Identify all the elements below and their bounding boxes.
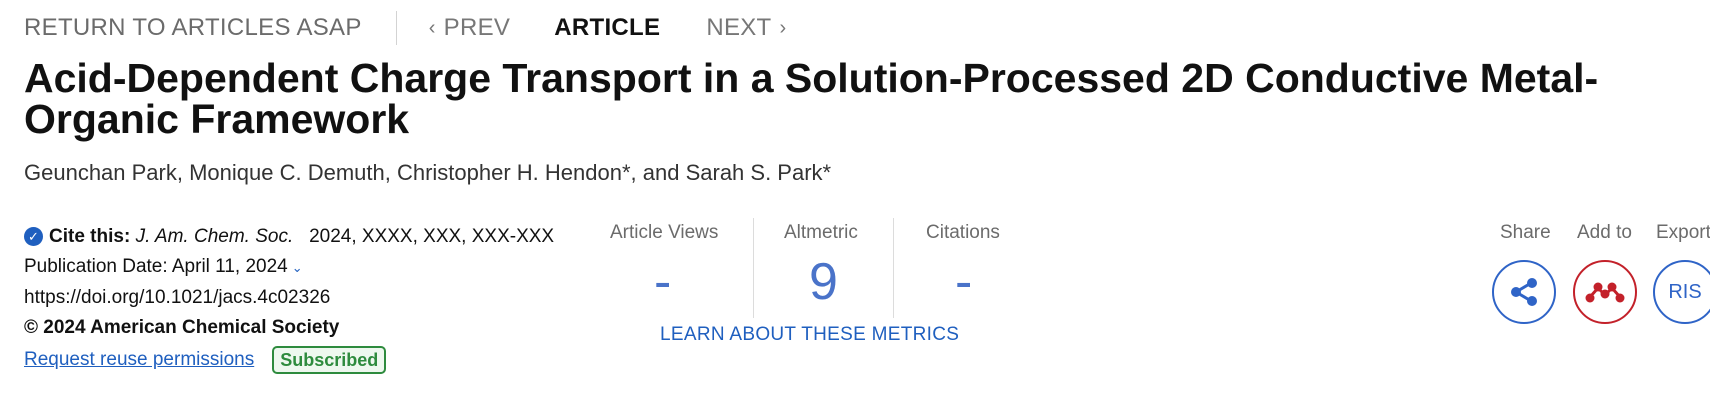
article-views-value: - (654, 253, 672, 311)
current-article-label: ARTICLE (554, 14, 661, 41)
prev-article-link[interactable]: ‹ PREV (429, 14, 511, 42)
chevron-right-icon: › (779, 16, 787, 39)
altmetric-value[interactable]: 9 (809, 252, 838, 312)
doi-link[interactable]: https://doi.org/10.1021/jacs.4c02326 (24, 283, 564, 313)
cite-label[interactable]: Cite this: (49, 226, 130, 247)
publication-date: Publication Date: April 11, 2024 (24, 256, 288, 277)
subscribed-badge: Subscribed (272, 346, 387, 374)
ris-label: RIS (1668, 280, 1702, 303)
citation-details: 2024, XXXX, XXX, XXX-XXX (309, 226, 555, 247)
return-to-articles-link[interactable]: RETURN TO ARTICLES ASAP (24, 14, 362, 42)
citation-block: ✓ Cite this: J. Am. Chem. Soc. 2024, XXXX… (24, 222, 564, 375)
article-header: RETURN TO ARTICLES ASAP ‹ PREV ARTICLE N… (0, 0, 1710, 418)
next-article-link[interactable]: NEXT › (706, 14, 786, 42)
chevron-left-icon: ‹ (428, 16, 436, 39)
access-row: Request reuse permissions Subscribed (24, 345, 564, 375)
publication-date-row[interactable]: Publication Date: April 11, 2024 ⌄ (24, 252, 564, 283)
journal-name: J. Am. Chem. Soc. (135, 226, 294, 247)
cite-line: ✓ Cite this: J. Am. Chem. Soc. 2024, XXXX… (24, 222, 564, 252)
copyright-notice: © 2024 American Chemical Society (24, 317, 340, 338)
nav-divider (395, 11, 397, 45)
metric-divider (753, 218, 754, 318)
article-authors: Geunchan Park, Monique C. Demuth, Christ… (24, 160, 832, 185)
next-label: NEXT (706, 14, 772, 41)
share-icon (1511, 278, 1537, 306)
citations-label: Citations (926, 222, 1000, 243)
add-to-mendeley-button[interactable] (1573, 260, 1637, 324)
altmetric-label: Altmetric (784, 222, 858, 243)
article-navigation: RETURN TO ARTICLES ASAP ‹ PREV ARTICLE N… (24, 10, 787, 46)
article-title: Acid-Dependent Charge Transport in a Sol… (24, 55, 1599, 142)
export-label: Export (1656, 222, 1710, 243)
chevron-down-icon[interactable]: ⌄ (292, 260, 303, 275)
check-circle-icon: ✓ (24, 227, 43, 246)
learn-about-metrics-link[interactable]: LEARN ABOUT THESE METRICS (660, 324, 959, 346)
request-reuse-permissions-link[interactable]: Request reuse permissions (24, 345, 254, 375)
article-views-label: Article Views (610, 222, 719, 243)
metric-divider (893, 218, 894, 318)
mendeley-icon (1585, 282, 1625, 303)
share-button[interactable] (1492, 260, 1556, 324)
citations-value: - (955, 253, 973, 311)
export-ris-button[interactable]: RIS (1653, 260, 1710, 324)
add-to-label: Add to (1577, 222, 1632, 243)
share-label: Share (1500, 222, 1551, 243)
prev-label: PREV (443, 14, 511, 41)
